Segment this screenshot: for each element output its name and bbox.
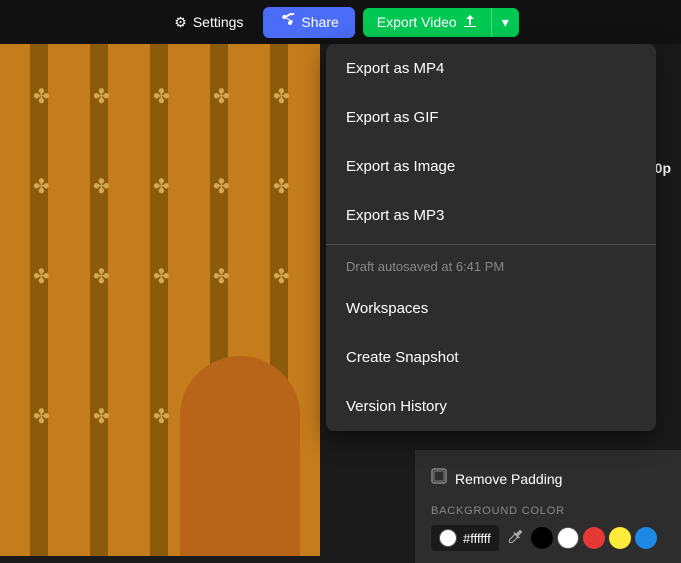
remove-padding-icon: [431, 468, 447, 489]
swatch-white[interactable]: [557, 527, 579, 549]
stripe-3: [150, 44, 168, 556]
fleur-4: ✤: [213, 84, 230, 109]
fleur-10: ✤: [273, 174, 290, 199]
workspaces-item[interactable]: Workspaces: [326, 284, 656, 333]
fleur-8: ✤: [153, 174, 170, 199]
fleur-7: ✤: [93, 174, 110, 199]
stripe-1: [30, 44, 48, 556]
bg-color-row: #ffffff: [431, 525, 665, 551]
fleur-15: ✤: [273, 264, 290, 289]
color-preview-circle: [439, 529, 457, 547]
swatch-blue[interactable]: [635, 527, 657, 549]
export-video-button[interactable]: Export Video: [363, 8, 491, 37]
export-mp3-item[interactable]: Export as MP3: [326, 191, 656, 240]
dropdown-menu: Export as MP4 Export as GIF Export as Im…: [326, 44, 656, 431]
fleur-18: ✤: [153, 404, 170, 429]
right-panel: Remove Padding BACKGROUND COLOR #ffffff: [415, 450, 681, 563]
bg-color-label: BACKGROUND COLOR: [431, 505, 665, 517]
color-picker-box[interactable]: #ffffff: [431, 525, 499, 551]
top-bar: ⚙ Settings Share Export Video ▾: [0, 0, 681, 44]
stripe-2: [90, 44, 108, 556]
export-dropdown-button[interactable]: ▾: [491, 8, 519, 37]
remove-padding-label: Remove Padding: [455, 471, 562, 487]
fleur-17: ✤: [93, 404, 110, 429]
version-history-item[interactable]: Version History: [326, 382, 656, 431]
share-icon: [279, 13, 295, 32]
export-gif-item[interactable]: Export as GIF: [326, 93, 656, 142]
menu-divider: [326, 244, 656, 245]
settings-label: Settings: [193, 14, 244, 30]
settings-button[interactable]: ⚙ Settings: [162, 8, 255, 37]
person-silhouette: [180, 356, 300, 556]
share-label: Share: [301, 14, 338, 30]
fleur-6: ✤: [33, 174, 50, 199]
color-swatches: [531, 527, 657, 549]
swatch-black[interactable]: [531, 527, 553, 549]
hex-value: #ffffff: [463, 531, 491, 546]
fleur-11: ✤: [33, 264, 50, 289]
fleur-9: ✤: [213, 174, 230, 199]
export-video-label: Export Video: [377, 14, 457, 30]
fleur-5: ✤: [273, 84, 290, 109]
remove-padding-row[interactable]: Remove Padding: [431, 462, 665, 495]
fleur-3: ✤: [153, 84, 170, 109]
fleur-1: ✤: [33, 84, 50, 109]
share-button[interactable]: Share: [263, 7, 354, 38]
eyedropper-icon[interactable]: [507, 529, 523, 548]
autosave-status: Draft autosaved at 6:41 PM: [326, 249, 656, 284]
canvas-pattern: ✤ ✤ ✤ ✤ ✤ ✤ ✤ ✤ ✤ ✤ ✤ ✤ ✤ ✤ ✤ ✤ ✤ ✤ ✤ ✤: [0, 44, 320, 556]
fleur-13: ✤: [153, 264, 170, 289]
swatch-yellow[interactable]: [609, 527, 631, 549]
fleur-2: ✤: [93, 84, 110, 109]
fleur-12: ✤: [93, 264, 110, 289]
export-image-item[interactable]: Export as Image: [326, 142, 656, 191]
chevron-down-icon: ▾: [502, 14, 509, 30]
export-mp4-item[interactable]: Export as MP4: [326, 44, 656, 93]
swatch-red[interactable]: [583, 527, 605, 549]
fleur-16: ✤: [33, 404, 50, 429]
fleur-14: ✤: [213, 264, 230, 289]
export-video-group: Export Video ▾: [363, 8, 519, 37]
canvas-area: ✤ ✤ ✤ ✤ ✤ ✤ ✤ ✤ ✤ ✤ ✤ ✤ ✤ ✤ ✤ ✤ ✤ ✤ ✤ ✤: [0, 44, 320, 556]
gear-icon: ⚙: [174, 14, 187, 31]
create-snapshot-item[interactable]: Create Snapshot: [326, 333, 656, 382]
upload-icon: [463, 14, 477, 31]
